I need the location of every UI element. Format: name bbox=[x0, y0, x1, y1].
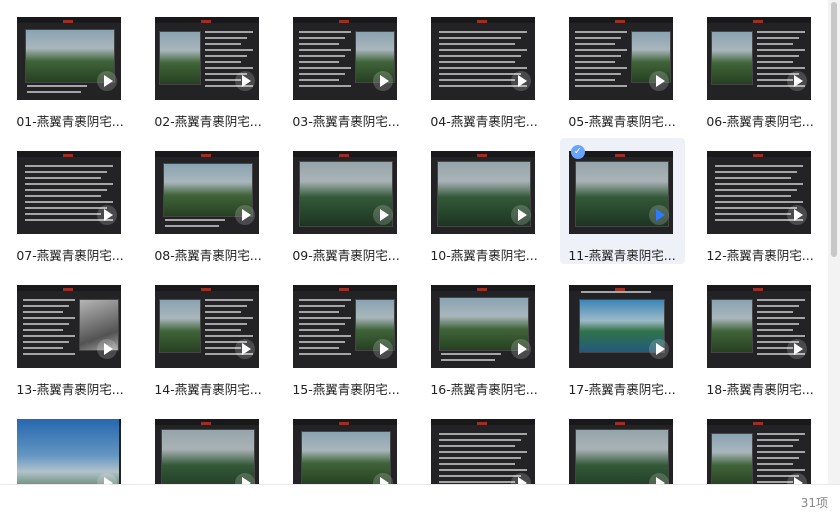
file-item[interactable]: 01-燕翼青裹阴宅... bbox=[0, 4, 124, 130]
video-thumbnail[interactable] bbox=[569, 17, 673, 100]
file-name: 12-燕翼青裹阴宅... bbox=[706, 248, 814, 263]
video-thumbnail[interactable] bbox=[155, 419, 259, 484]
file-name: 15-燕翼青裹阴宅... bbox=[292, 382, 400, 397]
item-count: 31项 bbox=[800, 496, 828, 510]
video-thumbnail[interactable] bbox=[17, 151, 121, 234]
scrollbar[interactable] bbox=[828, 0, 840, 484]
video-thumbnail[interactable] bbox=[293, 285, 397, 368]
check-icon[interactable]: ✓ bbox=[571, 145, 585, 159]
file-name: 06-燕翼青裹阴宅... bbox=[706, 114, 814, 129]
play-icon[interactable] bbox=[511, 71, 531, 91]
file-name: 04-燕翼青裹阴宅... bbox=[430, 114, 538, 129]
video-thumbnail[interactable] bbox=[155, 17, 259, 100]
file-name: 03-燕翼青裹阴宅... bbox=[292, 114, 400, 129]
video-thumbnail[interactable] bbox=[293, 17, 397, 100]
file-item[interactable] bbox=[0, 406, 121, 484]
video-thumbnail[interactable] bbox=[569, 285, 673, 368]
file-item[interactable]: 07-燕翼青裹阴宅... bbox=[0, 138, 124, 264]
video-thumbnail[interactable] bbox=[293, 151, 397, 234]
file-name: 11-燕翼青裹阴宅... bbox=[568, 248, 676, 263]
play-icon[interactable] bbox=[787, 339, 807, 359]
file-name: 10-燕翼青裹阴宅... bbox=[430, 248, 538, 263]
play-icon[interactable] bbox=[649, 339, 669, 359]
video-thumbnail[interactable] bbox=[431, 151, 535, 234]
file-name: 18-燕翼青裹阴宅... bbox=[706, 382, 814, 397]
file-name: 14-燕翼青裹阴宅... bbox=[154, 382, 262, 397]
play-icon[interactable] bbox=[373, 205, 393, 225]
video-thumbnail[interactable] bbox=[431, 285, 535, 368]
video-thumbnail[interactable] bbox=[707, 419, 811, 484]
file-name: 01-燕翼青裹阴宅... bbox=[16, 114, 124, 129]
play-icon[interactable] bbox=[511, 205, 531, 225]
file-item[interactable]: 10-燕翼青裹阴宅... bbox=[414, 138, 538, 264]
file-name: 13-燕翼青裹阴宅... bbox=[16, 382, 124, 397]
file-name: 17-燕翼青裹阴宅... bbox=[568, 382, 676, 397]
file-item[interactable]: 03-燕翼青裹阴宅... bbox=[276, 4, 400, 130]
play-icon[interactable] bbox=[511, 339, 531, 359]
file-item[interactable]: 14-燕翼青裹阴宅... bbox=[138, 272, 262, 398]
video-thumbnail[interactable] bbox=[17, 419, 121, 484]
file-item[interactable]: 09-燕翼青裹阴宅... bbox=[276, 138, 400, 264]
file-name: 09-燕翼青裹阴宅... bbox=[292, 248, 400, 263]
play-icon[interactable] bbox=[235, 205, 255, 225]
file-item[interactable]: 05-燕翼青裹阴宅... bbox=[552, 4, 676, 130]
video-thumbnail[interactable] bbox=[155, 151, 259, 234]
file-item[interactable]: 13-燕翼青裹阴宅... bbox=[0, 272, 124, 398]
file-item[interactable]: 08-燕翼青裹阴宅... bbox=[138, 138, 262, 264]
video-thumbnail[interactable] bbox=[17, 17, 121, 100]
file-name: 05-燕翼青裹阴宅... bbox=[568, 114, 676, 129]
video-thumbnail[interactable] bbox=[155, 285, 259, 368]
status-bar: 31项 bbox=[0, 484, 840, 520]
video-thumbnail[interactable] bbox=[431, 419, 535, 484]
video-thumbnail[interactable] bbox=[707, 285, 811, 368]
file-item[interactable] bbox=[690, 406, 811, 484]
play-icon[interactable] bbox=[787, 71, 807, 91]
file-item[interactable]: 15-燕翼青裹阴宅... bbox=[276, 272, 400, 398]
play-icon[interactable] bbox=[787, 205, 807, 225]
video-thumbnail[interactable] bbox=[431, 17, 535, 100]
play-icon[interactable] bbox=[97, 71, 117, 91]
file-item[interactable]: 02-燕翼青裹阴宅... bbox=[138, 4, 262, 130]
file-item[interactable] bbox=[414, 406, 535, 484]
file-item[interactable]: 17-燕翼青裹阴宅... bbox=[552, 272, 676, 398]
video-thumbnail[interactable] bbox=[569, 151, 673, 234]
file-item[interactable]: 04-燕翼青裹阴宅... bbox=[414, 4, 538, 130]
video-thumbnail[interactable] bbox=[707, 17, 811, 100]
play-icon[interactable] bbox=[235, 71, 255, 91]
video-thumbnail[interactable] bbox=[17, 285, 121, 368]
scrollbar-thumb[interactable] bbox=[831, 2, 837, 257]
play-icon[interactable] bbox=[373, 339, 393, 359]
video-thumbnail[interactable] bbox=[569, 419, 673, 484]
play-icon[interactable] bbox=[97, 205, 117, 225]
play-icon[interactable] bbox=[373, 71, 393, 91]
file-name: 02-燕翼青裹阴宅... bbox=[154, 114, 262, 129]
file-item[interactable] bbox=[276, 406, 397, 484]
file-item[interactable] bbox=[552, 406, 673, 484]
play-icon[interactable] bbox=[649, 71, 669, 91]
video-thumbnail[interactable] bbox=[707, 151, 811, 234]
file-name: 08-燕翼青裹阴宅... bbox=[154, 248, 262, 263]
play-icon[interactable] bbox=[649, 205, 669, 225]
video-thumbnail[interactable] bbox=[293, 419, 397, 484]
file-grid: 01-燕翼青裹阴宅... 02-燕翼青裹阴宅... 03-燕翼青裹阴宅... 04-燕… bbox=[0, 0, 826, 484]
file-item[interactable]: 16-燕翼青裹阴宅... bbox=[414, 272, 538, 398]
play-icon[interactable] bbox=[97, 339, 117, 359]
file-item[interactable] bbox=[138, 406, 259, 484]
file-name: 07-燕翼青裹阴宅... bbox=[16, 248, 124, 263]
file-item[interactable]: 18-燕翼青裹阴宅... bbox=[690, 272, 814, 398]
file-item[interactable]: 06-燕翼青裹阴宅... bbox=[690, 4, 814, 130]
file-name: 16-燕翼青裹阴宅... bbox=[430, 382, 538, 397]
file-item[interactable]: 12-燕翼青裹阴宅... bbox=[690, 138, 814, 264]
play-icon[interactable] bbox=[235, 339, 255, 359]
file-item[interactable]: ✓ 11-燕翼青裹阴宅... bbox=[560, 138, 685, 264]
